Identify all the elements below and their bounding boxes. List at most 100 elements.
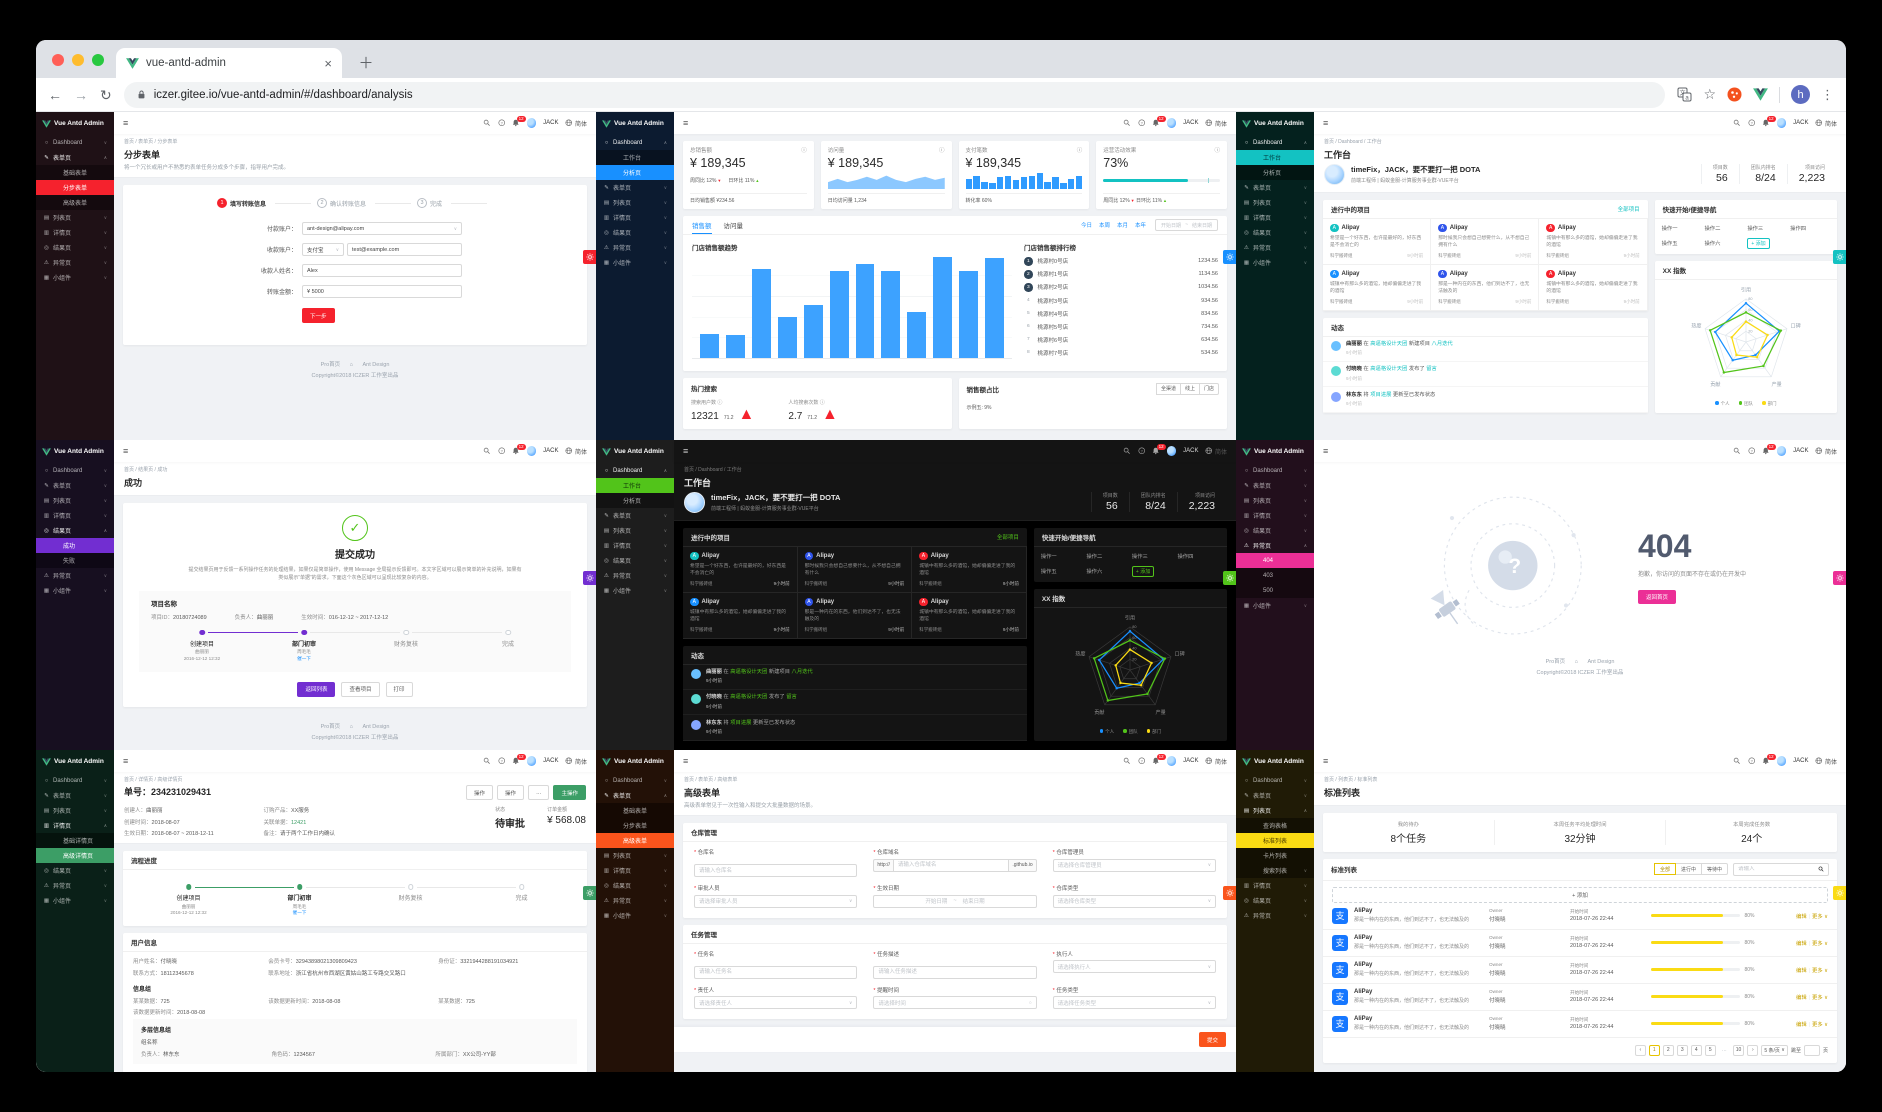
search-icon[interactable] xyxy=(1123,447,1131,455)
brand[interactable]: Vue Antd Admin xyxy=(596,750,674,773)
sidebar-item[interactable]: 分析页 xyxy=(596,493,674,508)
more-link[interactable]: 更多 xyxy=(1812,968,1823,974)
sidebar-item[interactable]: ▦ 小组件 ∨ xyxy=(596,583,674,598)
vue-devtools-icon[interactable] xyxy=(1753,88,1768,101)
sidebar-item[interactable]: ✎ 表单页 ∨ xyxy=(596,508,674,523)
new-tab-button[interactable]: ＋ xyxy=(354,50,378,74)
theme-settings-button[interactable] xyxy=(1223,886,1236,900)
edit-link[interactable]: 编辑 xyxy=(1796,941,1807,947)
theme-settings-button[interactable] xyxy=(1833,886,1846,900)
related-doc-link[interactable]: 12421 xyxy=(291,820,306,826)
repo-domain-input[interactable] xyxy=(892,858,1010,872)
project-group[interactable]: 科学搬砖组 xyxy=(1438,253,1461,259)
user-name[interactable]: JACK xyxy=(1183,758,1198,764)
project-card[interactable]: A Alipay 希望是一个好东西，也许是最好的，好东西是不会消亡的 科学搬砖组… xyxy=(1323,218,1432,265)
sidebar-item[interactable]: ▤ 列表页 ∨ xyxy=(596,195,674,210)
sidebar-item[interactable]: ▥ 详情页 ∧ xyxy=(36,818,114,833)
more-link[interactable]: 更多 xyxy=(1812,941,1823,947)
github-icon[interactable]: ⌂ xyxy=(1575,659,1578,665)
sidebar-item[interactable]: ✎ 表单页 ∨ xyxy=(596,180,674,195)
user-name[interactable]: JACK xyxy=(543,120,558,126)
target-link[interactable]: 八月迭代 xyxy=(792,669,813,675)
notification-bell[interactable]: 12 xyxy=(1762,753,1776,765)
sidebar-item[interactable]: ✎ 表单页 ∨ xyxy=(36,478,114,493)
footer-link-pro[interactable]: Pro首页 xyxy=(321,724,341,730)
list-search[interactable] xyxy=(1733,862,1829,876)
sidebar-item[interactable]: 高级详情页 xyxy=(36,848,114,863)
actor-name[interactable]: 林东东 xyxy=(1346,392,1362,398)
sidebar-item[interactable]: ✎ 表单页 ∨ xyxy=(36,788,114,803)
sidebar-item[interactable]: ○ Dashboard ∨ xyxy=(36,463,114,478)
sidebar-item[interactable]: ◎ 结果页 ∨ xyxy=(596,553,674,568)
user-avatar[interactable] xyxy=(1166,118,1177,128)
sidebar-item[interactable]: ▦ 小组件 ∨ xyxy=(1236,255,1314,270)
theme-settings-button[interactable] xyxy=(583,571,596,586)
sidebar-item[interactable]: 分步表单 xyxy=(596,818,674,833)
sidebar-item[interactable]: ▥ 详情页 ∨ xyxy=(36,225,114,240)
sidebar-item[interactable]: ▦ 小组件 ∨ xyxy=(596,255,674,270)
reload-button[interactable]: ↻ xyxy=(100,88,112,102)
sidebar-item[interactable]: 分步表单 xyxy=(36,180,114,195)
search-icon[interactable] xyxy=(1733,447,1741,455)
filter-button[interactable]: 进行中 xyxy=(1674,863,1702,875)
page-button[interactable]: › xyxy=(1747,1044,1759,1056)
sidebar-item[interactable]: 成功 xyxy=(36,538,114,553)
sidebar-item[interactable]: ○ Dashboard ∧ xyxy=(596,135,674,150)
profile-avatar[interactable]: h xyxy=(1791,85,1810,104)
search-icon[interactable] xyxy=(483,119,491,127)
theme-settings-button[interactable] xyxy=(1223,571,1236,586)
more-actions-button[interactable]: … xyxy=(527,785,550,800)
notification-bell[interactable]: 12 xyxy=(512,753,526,765)
legend-item[interactable]: 部门 xyxy=(1146,729,1161,735)
menu-fold-icon[interactable]: ≡ xyxy=(1323,756,1328,766)
sidebar-item[interactable]: ◎ 结果页 ∨ xyxy=(36,863,114,878)
user-name[interactable]: JACK xyxy=(1183,448,1198,454)
sidebar-item[interactable]: ▤ 列表页 ∨ xyxy=(596,848,674,863)
user-avatar[interactable] xyxy=(526,756,537,766)
browser-tab[interactable]: vue-antd-admin × xyxy=(116,48,342,78)
sidebar-item[interactable]: ▥ 详情页 ∨ xyxy=(36,508,114,523)
project-group[interactable]: 科学搬砖组 xyxy=(690,627,713,633)
page-button[interactable]: 5 xyxy=(1704,1044,1716,1056)
task-row[interactable]: 支 AliPay 那是一种内在的东西，他们到达不了，也无法触及的 Owner 付… xyxy=(1323,984,1837,1011)
page-button[interactable]: … xyxy=(1719,1045,1730,1056)
footer-link-pro[interactable]: Pro首页 xyxy=(1546,659,1566,665)
range-link[interactable]: 本年 xyxy=(1135,221,1146,229)
breadcrumb[interactable]: 首页 / 列表页 / 标准列表 xyxy=(1324,776,1836,783)
repo-type-select[interactable]: 请选择仓库类型 ∨ xyxy=(1052,894,1216,908)
range-link[interactable]: 本周 xyxy=(1099,221,1110,229)
user-name[interactable]: JACK xyxy=(543,758,558,764)
question-icon[interactable] xyxy=(498,447,506,455)
sidebar-item[interactable]: ▦ 小组件 ∨ xyxy=(596,908,674,923)
theme-settings-button[interactable] xyxy=(1223,250,1236,265)
sidebar-item[interactable]: ◎ 结果页 ∧ xyxy=(36,523,114,538)
bookmark-star-icon[interactable]: ☆ xyxy=(1703,86,1716,103)
actor-name[interactable]: 付晓晓 xyxy=(706,694,722,700)
user-avatar[interactable] xyxy=(1166,446,1177,456)
payee-account-input[interactable] xyxy=(347,243,462,256)
question-icon[interactable] xyxy=(1748,119,1756,127)
remind-time-picker[interactable]: 请选择时间 ○ xyxy=(873,996,1037,1009)
sidebar-item[interactable]: ⚠ 异常页 ∧ xyxy=(1236,538,1314,553)
user-avatar[interactable] xyxy=(1776,756,1787,766)
brand[interactable]: Vue Antd Admin xyxy=(1236,750,1314,773)
theme-settings-button[interactable] xyxy=(583,250,596,265)
sidebar-item[interactable]: ⚠ 异常页 ∨ xyxy=(596,240,674,255)
footer-link-ant[interactable]: Ant Design xyxy=(363,362,390,368)
sidebar-item[interactable]: 查询表格 xyxy=(1236,818,1314,833)
sidebar-item[interactable]: ▤ 列表页 ∨ xyxy=(36,493,114,508)
page-button[interactable]: 1 xyxy=(1648,1044,1660,1056)
submit-button[interactable]: 提交 xyxy=(1198,1032,1226,1047)
sidebar-item[interactable]: 卡片列表 xyxy=(1236,848,1314,863)
sidebar-item[interactable]: ▥ 详情页 ∨ xyxy=(596,863,674,878)
task-row[interactable]: 支 AliPay 那是一种内在的东西，他们到达不了，也无法触及的 Owner 付… xyxy=(1323,903,1837,930)
question-icon[interactable] xyxy=(1138,119,1146,127)
date-range-picker[interactable]: 开始日期 ~ 结束日期 xyxy=(873,894,1037,908)
brand[interactable]: Vue Antd Admin xyxy=(596,440,674,463)
menu-fold-icon[interactable]: ≡ xyxy=(1323,446,1328,456)
brand[interactable]: Vue Antd Admin xyxy=(36,750,114,773)
project-card[interactable]: A Alipay 希望是一个好东西，也许是最好的，好东西是不会消亡的 科学搬砖组… xyxy=(683,546,798,593)
sidebar-item[interactable]: ▥ 详情页 ∨ xyxy=(1236,508,1314,523)
action-button[interactable]: 操作 xyxy=(496,785,524,800)
sidebar-item[interactable]: ○ Dashboard ∧ xyxy=(596,463,674,478)
